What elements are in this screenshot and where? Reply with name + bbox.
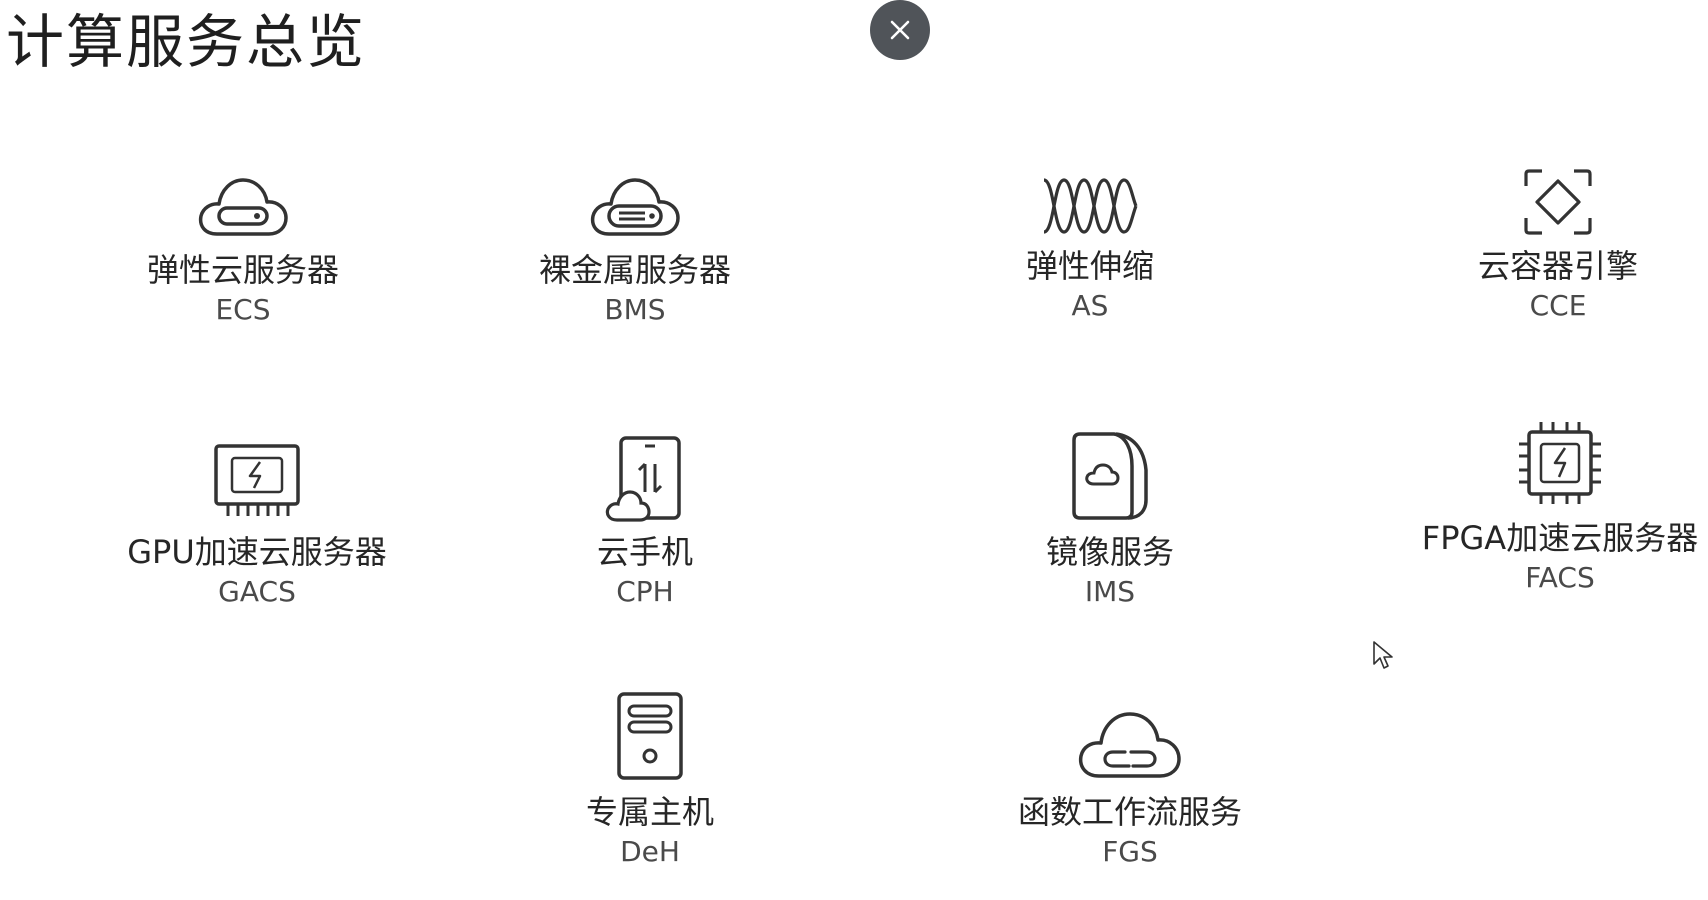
service-abbr: FACS (1525, 561, 1595, 594)
gpu-card-icon (214, 444, 300, 516)
service-as[interactable]: 弹性伸缩 AS (930, 146, 1250, 324)
service-cce[interactable]: 云容器引擎 CCE (1398, 146, 1708, 324)
close-icon (890, 20, 910, 40)
service-name: 云容器引擎 (1477, 247, 1638, 285)
close-button[interactable] (870, 0, 930, 60)
service-abbr: BMS (604, 293, 666, 326)
dedicated-host-icon (617, 692, 683, 780)
service-name: 云手机 (596, 533, 693, 571)
bare-metal-cloud-icon (590, 178, 680, 236)
service-gacs[interactable]: GPU加速云服务器 GACS (97, 432, 417, 610)
mouse-cursor-icon (1373, 641, 1393, 669)
service-name: 专属主机 (585, 793, 714, 831)
container-engine-icon (1524, 169, 1592, 235)
page-title: 计算服务总览 (6, 8, 367, 76)
service-fgs[interactable]: 函数工作流服务 FGS (970, 692, 1290, 870)
function-cloud-link-icon (1078, 712, 1181, 778)
service-abbr: FGS (1102, 835, 1158, 868)
service-abbr: DeH (620, 835, 680, 868)
service-name: 函数工作流服务 (1017, 793, 1242, 831)
service-abbr: AS (1071, 289, 1109, 322)
service-facs[interactable]: FPGA加速云服务器 FACS (1400, 418, 1708, 596)
service-name: 镜像服务 (1045, 533, 1174, 571)
service-ecs[interactable]: 弹性云服务器 ECS (83, 150, 403, 328)
cloud-server-icon (198, 178, 288, 236)
cloud-phone-icon (605, 436, 681, 522)
service-abbr: ECS (215, 293, 271, 326)
service-name: GPU加速云服务器 (127, 533, 387, 571)
service-abbr: CCE (1529, 289, 1587, 322)
service-ims[interactable]: 镜像服务 IMS (950, 432, 1270, 610)
service-name: 裸金属服务器 (538, 251, 731, 289)
service-cph[interactable]: 云手机 CPH (485, 432, 805, 610)
service-abbr: CPH (616, 575, 674, 608)
image-service-icon (1072, 432, 1148, 520)
service-name: FPGA加速云服务器 (1421, 519, 1699, 557)
service-abbr: GACS (218, 575, 296, 608)
service-abbr: IMS (1084, 575, 1136, 608)
auto-scaling-wave-icon (1043, 178, 1138, 234)
service-name: 弹性云服务器 (146, 251, 339, 289)
service-name: 弹性伸缩 (1025, 247, 1154, 285)
fpga-chip-icon (1519, 422, 1601, 504)
service-deh[interactable]: 专属主机 DeH (490, 692, 810, 870)
service-bms[interactable]: 裸金属服务器 BMS (475, 150, 795, 328)
